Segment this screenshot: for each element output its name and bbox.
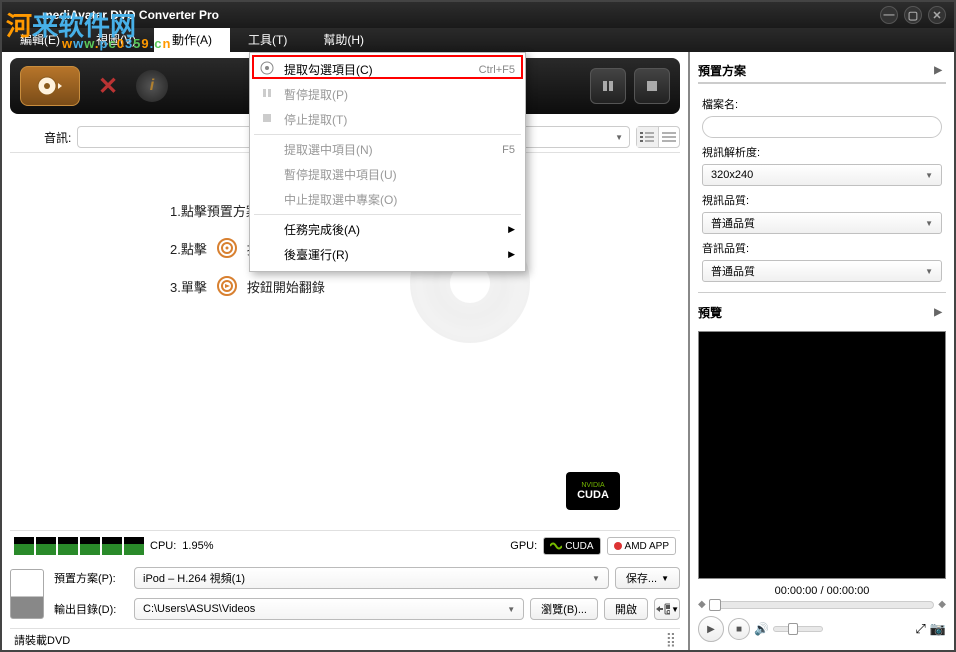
menu-item-extract-selected[interactable]: 提取選中項目(N)F5 — [250, 137, 525, 162]
volume-knob[interactable] — [788, 623, 798, 635]
status-bar: 請裝載DVD ⣿ — [10, 628, 680, 650]
cpu-value: 1.95% — [182, 540, 213, 552]
chevron-down-icon: ▼ — [925, 171, 933, 180]
volume-icon[interactable]: 🔊 — [754, 622, 769, 636]
scrub-track[interactable] — [710, 601, 935, 609]
pause-button[interactable] — [590, 68, 626, 104]
preset-panel-header[interactable]: 預置方案▶ — [698, 58, 946, 84]
disc-icon — [260, 61, 274, 75]
preview-header[interactable]: 預覽▶ — [698, 299, 946, 325]
amd-button[interactable]: AMD APP — [607, 537, 676, 555]
menu-separator — [254, 214, 521, 215]
preset-form: 檔案名: 視訊解析度: 320x240▼ 視訊品質: 普通品質▼ 音訊品質: 普… — [698, 84, 946, 293]
preset-select[interactable]: iPod – H.264 視頻(1)▼ — [134, 567, 609, 589]
convert-icon — [217, 276, 237, 296]
action-menu-dropdown: 提取勾選項目(C)Ctrl+F5 暫停提取(P) 停止提取(T) 提取選中項目(… — [249, 52, 526, 272]
menu-item-run-background[interactable]: 後臺運行(R)▶ — [250, 242, 525, 267]
resize-grip[interactable]: ⣿ — [666, 631, 676, 648]
play-button[interactable]: ▶ — [698, 616, 724, 642]
resolution-label: 視訊解析度: — [702, 144, 942, 160]
amd-icon — [614, 542, 622, 550]
cuda-badge: NVIDIA CUDA — [566, 472, 620, 510]
chevron-right-icon: ▶ — [930, 65, 946, 76]
mark-out-icon[interactable]: ◆ — [938, 599, 946, 610]
audio-quality-label: 音訊品質: — [702, 240, 942, 256]
disc-icon — [217, 238, 237, 258]
open-button[interactable]: 開啟 — [604, 598, 648, 620]
view-toggle[interactable] — [636, 126, 680, 148]
audio-quality-select[interactable]: 普通品質▼ — [702, 260, 942, 282]
title-bar: mediAvatar DVD Converter Pro — ▢ ✕ — [2, 2, 954, 28]
device-transfer-button[interactable]: ▼ — [654, 598, 680, 620]
audio-label: 音訊: — [44, 129, 71, 146]
cuda-button[interactable]: CUDA — [543, 537, 600, 555]
menu-item-pause[interactable]: 暫停提取(P) — [250, 82, 525, 107]
scrub-knob[interactable] — [709, 599, 721, 611]
output-path[interactable]: C:\Users\ASUS\Videos▼ — [134, 598, 524, 620]
mark-in-icon[interactable]: ◆ — [698, 599, 706, 610]
camera-button[interactable]: 📷 — [930, 621, 946, 637]
save-preset-button[interactable]: 保存...▼ — [615, 567, 680, 589]
menu-item-extract-checked[interactable]: 提取勾選項目(C)Ctrl+F5 — [250, 57, 525, 82]
device-icon — [655, 602, 670, 616]
filename-label: 檔案名: — [702, 96, 942, 112]
detail-view-icon[interactable] — [659, 127, 680, 147]
gpu-label: GPU: — [510, 540, 537, 552]
snapshot-button[interactable]: ⤢ — [915, 621, 925, 637]
preview-viewport — [698, 331, 946, 579]
browse-button[interactable]: 瀏覽(B)... — [530, 598, 598, 620]
device-thumbnail — [10, 569, 44, 619]
time-display: 00:00:00 / 00:00:00 — [698, 585, 946, 597]
chevron-down-icon: ▼ — [507, 605, 515, 614]
chevron-down-icon: ▼ — [925, 219, 933, 228]
cpu-label: CPU: — [150, 540, 176, 552]
disc-icon — [36, 72, 64, 100]
resolution-select[interactable]: 320x240▼ — [702, 164, 942, 186]
chevron-down-icon: ▼ — [592, 574, 600, 583]
cpu-graph — [14, 537, 144, 555]
menu-separator — [254, 134, 521, 135]
cpu-gpu-info: CPU: 1.95% GPU: CUDA AMD APP — [10, 531, 680, 561]
volume-slider[interactable] — [773, 626, 823, 632]
chevron-right-icon: ▶ — [930, 307, 946, 318]
video-quality-label: 視訊品質: — [702, 192, 942, 208]
menu-help[interactable]: 幫助(H) — [305, 28, 382, 52]
filename-input[interactable] — [702, 116, 942, 138]
menu-item-pause-selected[interactable]: 暫停提取選中項目(U) — [250, 162, 525, 187]
menu-item-stop[interactable]: 停止提取(T) — [250, 107, 525, 132]
chevron-down-icon: ▼ — [925, 267, 933, 276]
menu-item-abort-selected[interactable]: 中止提取選中專案(O) — [250, 187, 525, 212]
minimize-button[interactable]: — — [880, 6, 898, 24]
close-button[interactable]: ✕ — [928, 6, 946, 24]
video-quality-select[interactable]: 普通品質▼ — [702, 212, 942, 234]
pause-icon — [260, 86, 274, 100]
output-label: 輸出目錄(D): — [54, 601, 128, 617]
chevron-down-icon: ▼ — [615, 133, 623, 142]
list-view-icon[interactable] — [637, 127, 659, 147]
menu-tools[interactable]: 工具(T) — [230, 28, 305, 52]
maximize-button[interactable]: ▢ — [904, 6, 922, 24]
remove-button[interactable]: ✕ — [88, 66, 128, 106]
watermark-url: www.pc0359.cn — [62, 36, 171, 51]
preset-label: 預置方案(P): — [54, 570, 128, 586]
preview-stop-button[interactable]: ■ — [728, 618, 750, 640]
stop-button[interactable] — [634, 68, 670, 104]
menu-item-after-task[interactable]: 任務完成後(A)▶ — [250, 217, 525, 242]
status-text: 請裝載DVD — [14, 632, 70, 648]
load-dvd-button[interactable] — [20, 66, 80, 106]
info-button[interactable]: i — [136, 70, 168, 102]
stop-icon — [260, 111, 274, 125]
nvidia-icon — [550, 541, 562, 551]
